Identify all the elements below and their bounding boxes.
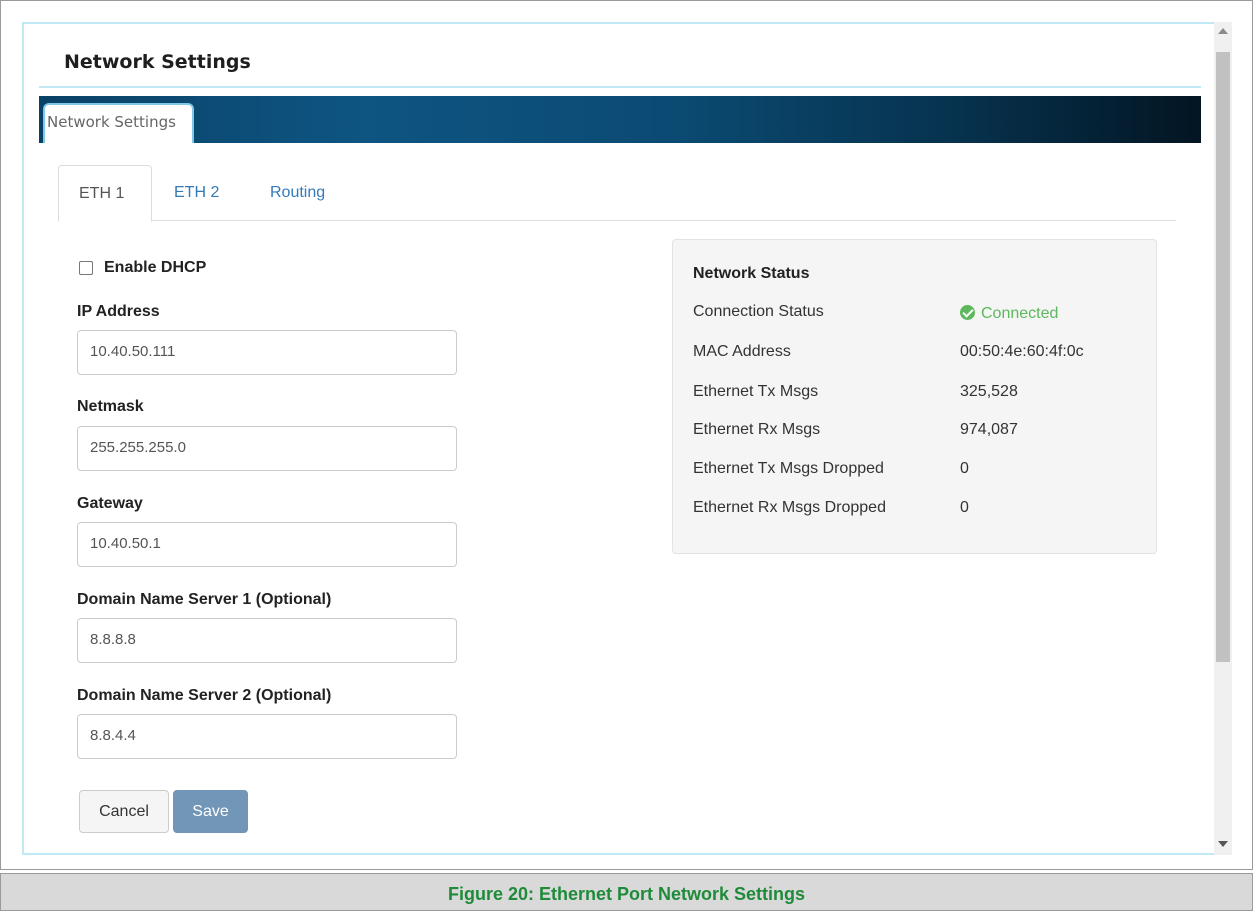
status-label-connection: Connection Status — [693, 303, 824, 320]
status-value-rx-dropped: 0 — [960, 499, 969, 516]
section-banner — [39, 96, 1201, 143]
enable-dhcp-label: Enable DHCP — [104, 259, 207, 276]
status-value-mac: 00:50:4e:60:4f:0c — [960, 343, 1084, 360]
status-label-rx-msgs: Ethernet Rx Msgs — [693, 421, 821, 438]
cancel-button[interactable]: Cancel — [79, 790, 169, 833]
banner-tab-network-settings[interactable]: Network Settings — [43, 103, 194, 143]
network-status-heading: Network Status — [693, 265, 810, 282]
tab-eth1[interactable]: ETH 1 — [58, 165, 152, 222]
scroll-down-arrow-icon[interactable] — [1218, 841, 1228, 847]
gateway-input[interactable]: 10.40.50.1 — [77, 522, 457, 567]
interface-tabs: ETH 1 ETH 2 Routing — [58, 165, 1176, 222]
status-label-tx-msgs: Ethernet Tx Msgs — [693, 383, 819, 400]
status-value-rx-msgs: 974,087 — [960, 421, 1018, 438]
gateway-label: Gateway — [77, 495, 143, 512]
status-label-tx-dropped: Ethernet Tx Msgs Dropped — [693, 460, 884, 477]
scrollbar-thumb[interactable] — [1216, 52, 1230, 662]
netmask-input[interactable]: 255.255.255.0 — [77, 426, 457, 471]
status-value-tx-dropped: 0 — [960, 460, 969, 477]
network-settings-panel: Network Settings Network Settings ETH 1 … — [22, 22, 1216, 855]
connection-status-text: Connected — [981, 305, 1059, 322]
scroll-up-arrow-icon[interactable] — [1218, 28, 1228, 34]
dns2-label: Domain Name Server 2 (Optional) — [77, 687, 332, 704]
status-label-rx-dropped: Ethernet Rx Msgs Dropped — [693, 499, 886, 516]
dns1-label: Domain Name Server 1 (Optional) — [77, 591, 332, 608]
network-status-panel: Network Status Connection Status Connect… — [672, 239, 1157, 554]
status-value-tx-msgs: 325,528 — [960, 383, 1018, 400]
dns1-input[interactable]: 8.8.8.8 — [77, 618, 457, 663]
netmask-label: Netmask — [77, 398, 144, 415]
save-button[interactable]: Save — [173, 790, 248, 833]
title-divider — [39, 86, 1201, 88]
ip-address-label: IP Address — [77, 303, 160, 320]
tab-routing[interactable]: Routing — [270, 165, 325, 221]
figure-caption: Figure 20: Ethernet Port Network Setting… — [0, 873, 1253, 911]
page-title: Network Settings — [64, 51, 251, 73]
status-label-mac: MAC Address — [693, 343, 791, 360]
status-value-connection: Connected — [960, 303, 1058, 323]
vertical-scrollbar[interactable] — [1214, 22, 1232, 855]
check-circle-icon — [960, 305, 975, 320]
tab-eth2[interactable]: ETH 2 — [174, 165, 219, 221]
dns2-input[interactable]: 8.8.4.4 — [77, 714, 457, 759]
ip-address-input[interactable]: 10.40.50.111 — [77, 330, 457, 375]
enable-dhcp-checkbox[interactable] — [79, 261, 93, 275]
